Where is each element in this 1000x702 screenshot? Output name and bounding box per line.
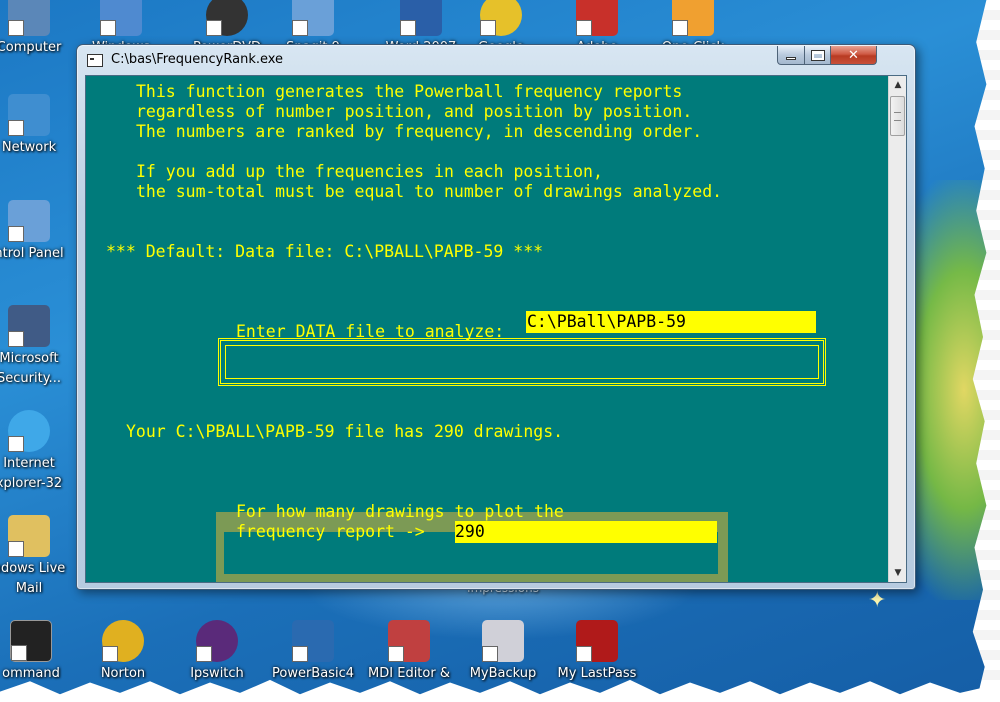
- vertical-scrollbar[interactable]: ▲ ▼: [888, 76, 906, 582]
- mail-icon: [8, 515, 50, 557]
- console-window[interactable]: C:\bas\FrequencyRank.exe ✕ This function…: [76, 44, 916, 590]
- intro-line-6: the sum-total must be equal to number of…: [136, 182, 723, 201]
- backup-icon: [482, 620, 524, 662]
- wallpaper-star: ✦: [868, 588, 887, 613]
- desktop-icon-security[interactable]: Microsoft Security...: [0, 305, 74, 389]
- desktop-icon-live-mail[interactable]: ndows Live Mail: [0, 515, 74, 599]
- minimize-button[interactable]: [777, 46, 805, 65]
- console-area[interactable]: This function generates the Powerball fr…: [85, 75, 907, 583]
- desktop-icon-internet-explorer[interactable]: Internet xplorer-32: [0, 410, 74, 494]
- network-icon: [8, 94, 50, 136]
- plot-prompt-line-1: For how many drawings to plot the: [236, 502, 564, 521]
- desktop-icon-powerbasic[interactable]: PowerBasic4: [268, 620, 358, 684]
- mdi-editor-icon: [388, 620, 430, 662]
- desktop-icon-command[interactable]: ommand: [0, 620, 76, 684]
- minimize-icon: [786, 57, 796, 60]
- drawings-count-line: Your C:\PBALL\PAPB-59 file has 290 drawi…: [126, 422, 564, 441]
- console-client: This function generates the Powerball fr…: [86, 76, 888, 582]
- desktop-icon-norton[interactable]: Norton: [78, 620, 168, 684]
- maximize-icon: [810, 49, 825, 61]
- lastpass-icon: [576, 620, 618, 662]
- norton-icon: [102, 620, 144, 662]
- title-bar[interactable]: C:\bas\FrequencyRank.exe ✕: [77, 45, 915, 75]
- ipswitch-icon: [196, 620, 238, 662]
- internet-explorer-icon: [8, 410, 50, 452]
- chrome-icon: [480, 0, 522, 36]
- intro-line-2: regardless of number position, and posit…: [136, 102, 693, 121]
- data-file-dialog: [218, 338, 826, 386]
- command-prompt-icon: [10, 620, 52, 662]
- desktop-icon-mybackup[interactable]: MyBackup: [458, 620, 548, 684]
- desktop-icon-ipswitch[interactable]: Ipswitch: [172, 620, 262, 684]
- control-panel-icon: [8, 200, 50, 242]
- snagit-icon: [292, 0, 334, 36]
- close-icon: ✕: [848, 47, 859, 63]
- windows-icon: [100, 0, 142, 36]
- one-click-icon: [672, 0, 714, 36]
- plot-prompt-line-2: frequency report ->: [236, 522, 425, 541]
- desktop-icon-lastpass[interactable]: My LastPass: [552, 620, 642, 684]
- desktop-icon-computer[interactable]: Computer: [0, 0, 74, 58]
- data-file-prompt: Enter DATA file to analyze:: [236, 322, 505, 341]
- desktop-icon-network[interactable]: Network: [0, 94, 74, 158]
- intro-line-1: This function generates the Powerball fr…: [136, 82, 683, 101]
- intro-line-5: If you add up the frequencies in each po…: [136, 162, 603, 181]
- console-app-icon[interactable]: [87, 54, 103, 67]
- security-icon: [8, 305, 50, 347]
- data-file-input[interactable]: C:\PBall\PAPB-59: [526, 311, 816, 333]
- maximize-button[interactable]: [804, 46, 831, 65]
- window-title: C:\bas\FrequencyRank.exe: [111, 52, 284, 67]
- scrollbar-thumb[interactable]: [890, 96, 905, 136]
- desktop-icon-mdi-editor[interactable]: MDI Editor &: [364, 620, 454, 684]
- dvd-icon: [206, 0, 248, 36]
- computer-icon: [8, 0, 50, 36]
- default-file-line: *** Default: Data file: C:\PBALL\PAPB-59…: [106, 242, 544, 261]
- powerbasic-icon: [292, 620, 334, 662]
- word-icon: [400, 0, 442, 36]
- scroll-up-arrow-icon[interactable]: ▲: [889, 76, 906, 94]
- close-button[interactable]: ✕: [830, 46, 877, 65]
- desktop-icon-control-panel[interactable]: ntrol Panel: [0, 200, 74, 264]
- adobe-icon: [576, 0, 618, 36]
- plot-count-input[interactable]: 290: [455, 521, 717, 543]
- scroll-down-arrow-icon[interactable]: ▼: [889, 564, 906, 582]
- intro-line-3: The numbers are ranked by frequency, in …: [136, 122, 703, 141]
